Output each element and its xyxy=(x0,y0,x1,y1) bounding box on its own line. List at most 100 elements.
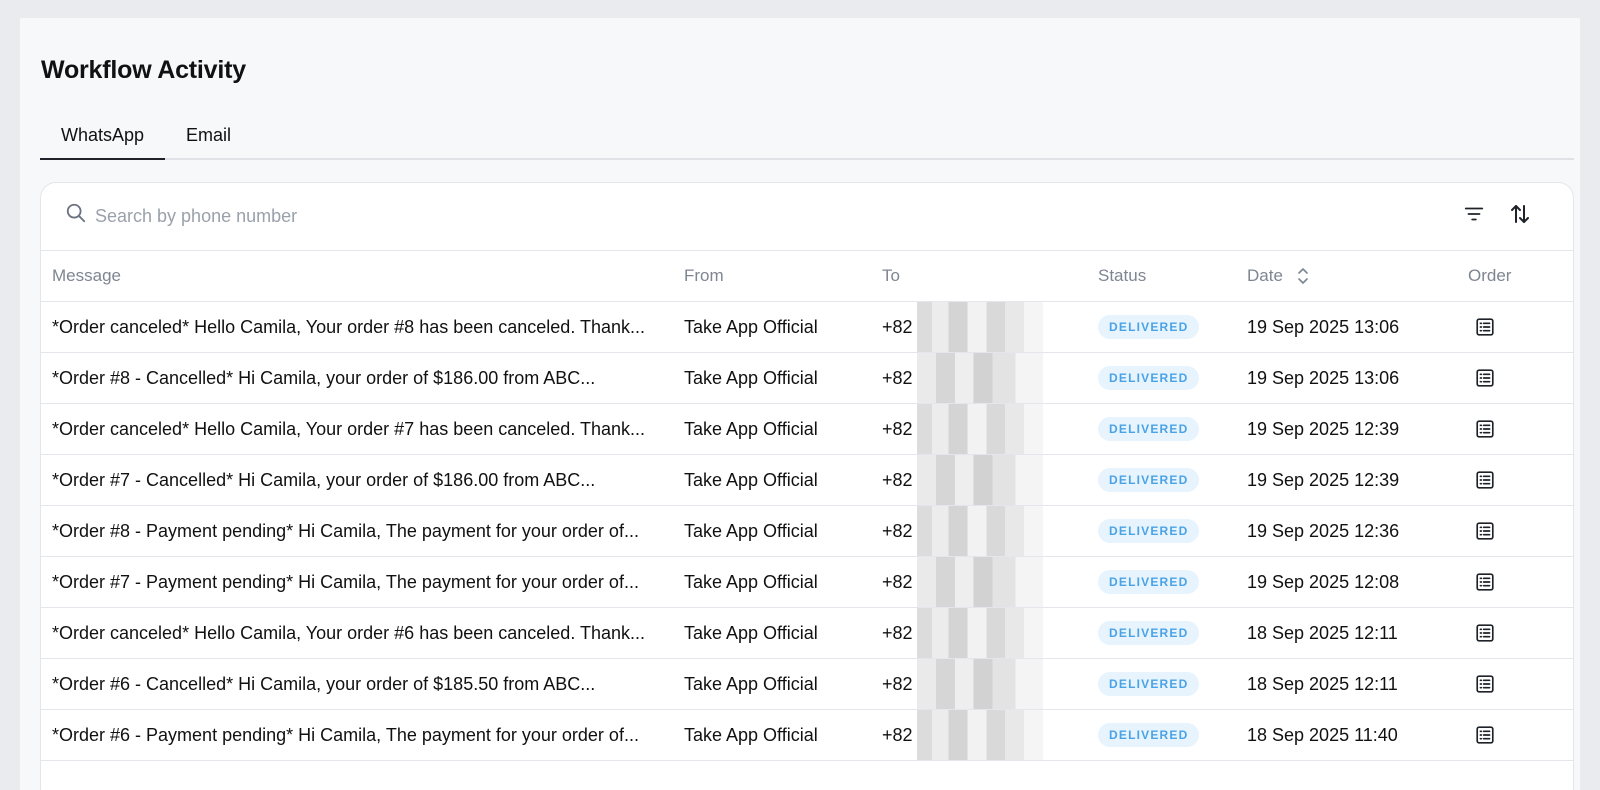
order-cell xyxy=(1468,658,1573,710)
to-cell: +82 xyxy=(882,352,1098,404)
status-cell: DELIVERED xyxy=(1098,403,1247,455)
column-header-from: From xyxy=(684,251,882,302)
filter-button[interactable] xyxy=(1460,200,1488,228)
date-cell: 19 Sep 2025 13:06 xyxy=(1247,352,1468,404)
order-receipt-icon[interactable] xyxy=(1474,571,1496,593)
date-cell: 19 Sep 2025 12:36 xyxy=(1247,505,1468,557)
redacted-phone-number xyxy=(916,506,1043,556)
order-receipt-icon[interactable] xyxy=(1474,520,1496,542)
sort-button[interactable] xyxy=(1506,200,1534,228)
status-cell: DELIVERED xyxy=(1098,352,1247,404)
status-cell: DELIVERED xyxy=(1098,658,1247,710)
activity-table: Message From To Status Date Order *Order… xyxy=(41,251,1573,761)
order-receipt-icon[interactable] xyxy=(1474,469,1496,491)
status-cell: DELIVERED xyxy=(1098,454,1247,506)
sort-chevrons-icon[interactable] xyxy=(1297,267,1309,285)
to-cell: +82 xyxy=(882,658,1098,710)
date-cell: 19 Sep 2025 13:06 xyxy=(1247,301,1468,353)
workflow-activity-panel: Workflow Activity WhatsApp Email Search … xyxy=(20,18,1580,790)
to-cell: +82 xyxy=(882,505,1098,557)
message-cell: *Order #8 - Payment pending* Hi Camila, … xyxy=(41,505,684,557)
order-receipt-icon[interactable] xyxy=(1474,367,1496,389)
phone-prefix: +82 xyxy=(882,469,913,490)
filter-icon xyxy=(1464,207,1484,221)
phone-prefix: +82 xyxy=(882,367,913,388)
message-cell: *Order #8 - Cancelled* Hi Camila, your o… xyxy=(41,352,684,404)
table-row[interactable]: *Order #6 - Cancelled* Hi Camila, your o… xyxy=(41,658,1573,710)
status-cell: DELIVERED xyxy=(1098,556,1247,608)
page-title: Workflow Activity xyxy=(41,56,246,84)
date-cell: 19 Sep 2025 12:39 xyxy=(1247,454,1468,506)
tab-whatsapp[interactable]: WhatsApp xyxy=(40,123,166,160)
phone-prefix: +82 xyxy=(882,673,913,694)
table-row[interactable]: *Order canceled* Hello Camila, Your orde… xyxy=(41,301,1573,353)
status-badge: DELIVERED xyxy=(1098,366,1200,390)
message-cell: *Order canceled* Hello Camila, Your orde… xyxy=(41,607,684,659)
message-cell: *Order canceled* Hello Camila, Your orde… xyxy=(41,403,684,455)
status-cell: DELIVERED xyxy=(1098,505,1247,557)
column-header-status: Status xyxy=(1098,251,1247,302)
column-header-message: Message xyxy=(41,251,684,302)
table-row[interactable]: *Order canceled* Hello Camila, Your orde… xyxy=(41,403,1573,455)
status-badge: DELIVERED xyxy=(1098,570,1200,594)
phone-prefix: +82 xyxy=(882,622,913,643)
order-receipt-icon[interactable] xyxy=(1474,316,1496,338)
redacted-phone-number xyxy=(916,659,1043,709)
redacted-phone-number xyxy=(916,608,1043,658)
search-bar xyxy=(41,183,1573,251)
from-cell: Take App Official xyxy=(684,556,882,608)
to-cell: +82 xyxy=(882,556,1098,608)
column-header-order: Order xyxy=(1468,251,1573,302)
table-row[interactable]: *Order #7 - Cancelled* Hi Camila, your o… xyxy=(41,454,1573,506)
message-cell: *Order canceled* Hello Camila, Your orde… xyxy=(41,301,684,353)
column-header-date[interactable]: Date xyxy=(1247,251,1468,302)
status-badge: DELIVERED xyxy=(1098,723,1200,747)
redacted-phone-number xyxy=(916,404,1043,454)
message-cell: *Order #6 - Cancelled* Hi Camila, your o… xyxy=(41,658,684,710)
table-row[interactable]: *Order canceled* Hello Camila, Your orde… xyxy=(41,607,1573,659)
status-cell: DELIVERED xyxy=(1098,607,1247,659)
to-cell: +82 xyxy=(882,709,1098,761)
phone-prefix: +82 xyxy=(882,418,913,439)
table-row[interactable]: *Order #7 - Payment pending* Hi Camila, … xyxy=(41,556,1573,608)
order-receipt-icon[interactable] xyxy=(1474,418,1496,440)
to-cell: +82 xyxy=(882,607,1098,659)
search-icon xyxy=(66,203,86,223)
status-cell: DELIVERED xyxy=(1098,709,1247,761)
message-cell: *Order #6 - Payment pending* Hi Camila, … xyxy=(41,709,684,761)
from-cell: Take App Official xyxy=(684,454,882,506)
tab-email[interactable]: Email xyxy=(165,123,252,158)
table-row[interactable]: *Order #8 - Cancelled* Hi Camila, your o… xyxy=(41,352,1573,404)
phone-prefix: +82 xyxy=(882,724,913,745)
to-cell: +82 xyxy=(882,301,1098,353)
table-row[interactable]: *Order #8 - Payment pending* Hi Camila, … xyxy=(41,505,1573,557)
from-cell: Take App Official xyxy=(684,301,882,353)
to-cell: +82 xyxy=(882,454,1098,506)
date-cell: 18 Sep 2025 11:40 xyxy=(1247,709,1468,761)
message-cell: *Order #7 - Cancelled* Hi Camila, your o… xyxy=(41,454,684,506)
redacted-phone-number xyxy=(916,455,1043,505)
order-cell xyxy=(1468,454,1573,506)
order-cell xyxy=(1468,556,1573,608)
order-cell xyxy=(1468,301,1573,353)
phone-prefix: +82 xyxy=(882,316,913,337)
table-header-row: Message From To Status Date Order xyxy=(41,251,1573,302)
phone-prefix: +82 xyxy=(882,520,913,541)
status-badge: DELIVERED xyxy=(1098,519,1200,543)
status-badge: DELIVERED xyxy=(1098,468,1200,492)
tab-bar: WhatsApp Email xyxy=(40,123,1574,160)
sort-arrows-icon xyxy=(1511,205,1529,223)
status-cell: DELIVERED xyxy=(1098,301,1247,353)
from-cell: Take App Official xyxy=(684,607,882,659)
status-badge: DELIVERED xyxy=(1098,315,1200,339)
order-receipt-icon[interactable] xyxy=(1474,673,1496,695)
search-input[interactable] xyxy=(93,197,1397,235)
status-badge: DELIVERED xyxy=(1098,621,1200,645)
order-receipt-icon[interactable] xyxy=(1474,724,1496,746)
status-badge: DELIVERED xyxy=(1098,417,1200,441)
order-cell xyxy=(1468,403,1573,455)
order-receipt-icon[interactable] xyxy=(1474,622,1496,644)
table-row[interactable]: *Order #6 - Payment pending* Hi Camila, … xyxy=(41,709,1573,761)
message-cell: *Order #7 - Payment pending* Hi Camila, … xyxy=(41,556,684,608)
redacted-phone-number xyxy=(916,302,1043,352)
